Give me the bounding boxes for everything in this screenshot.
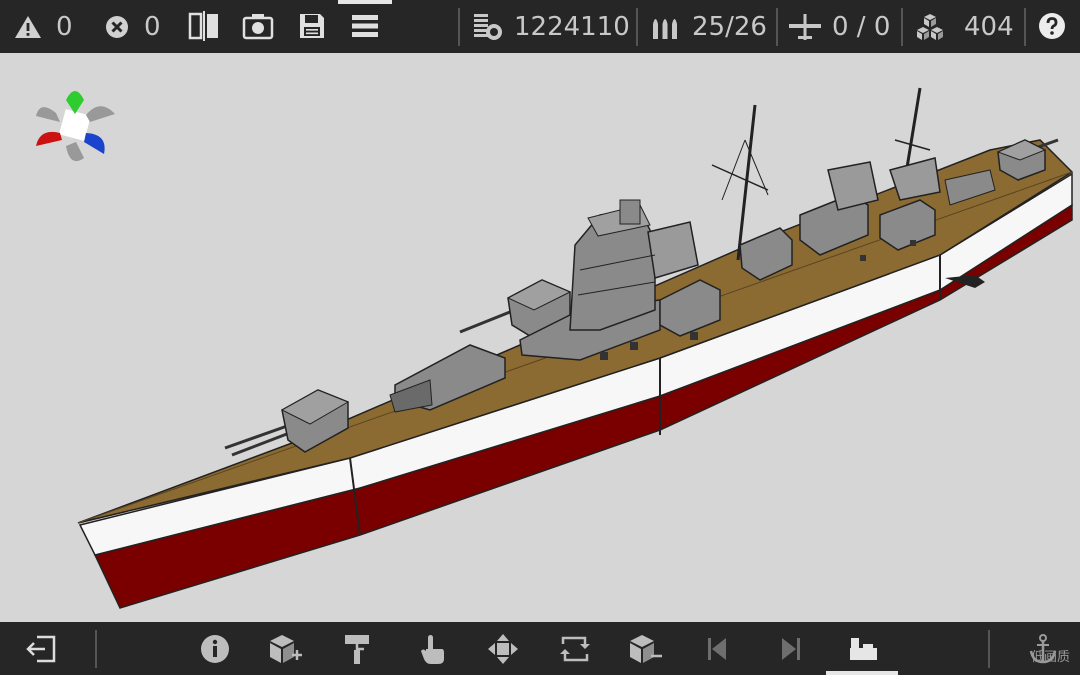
blocks-indicator: 404 — [914, 0, 1014, 53]
ship-model[interactable] — [0, 53, 1080, 622]
exit-icon — [26, 635, 56, 663]
aircraft-indicator: 0 / 0 — [788, 0, 890, 53]
orientation-gizmo-icon[interactable] — [36, 91, 115, 162]
aircraft-icon — [789, 13, 821, 40]
save-icon — [300, 14, 324, 38]
paint-button[interactable] — [340, 632, 374, 666]
previous-button[interactable] — [702, 632, 736, 666]
select-button[interactable] — [416, 632, 450, 666]
rotate-button[interactable] — [558, 632, 592, 666]
menu-icon — [352, 15, 378, 37]
menu-button[interactable] — [350, 12, 380, 40]
cost-indicator: 1224110 — [472, 0, 630, 53]
next-icon — [782, 638, 800, 660]
errors-count: 0 — [144, 11, 161, 42]
next-button[interactable] — [772, 632, 806, 666]
divider — [776, 8, 778, 46]
divider — [988, 630, 990, 668]
divider — [95, 630, 97, 668]
remove-block-icon — [630, 635, 662, 663]
bottom-toolbar — [0, 622, 1080, 675]
error-icon — [106, 15, 128, 38]
touch-icon — [421, 635, 444, 664]
quality-watermark: 低画质 — [1030, 650, 1070, 665]
save-button[interactable] — [298, 12, 326, 40]
divider — [636, 8, 638, 46]
camera-icon — [242, 14, 274, 40]
paint-roller-icon — [345, 635, 369, 664]
mirror-icon — [188, 11, 218, 41]
active-tab-indicator — [338, 0, 392, 4]
blocks-icon — [917, 13, 943, 40]
cost-icon — [474, 13, 502, 40]
divider — [458, 8, 460, 46]
warnings-count: 0 — [56, 11, 73, 42]
move-button[interactable] — [486, 632, 520, 666]
help-button[interactable] — [1038, 12, 1066, 40]
remove-block-button[interactable] — [628, 632, 662, 666]
add-block-button[interactable] — [268, 632, 302, 666]
ammo-value: 25/26 — [692, 11, 767, 42]
info-button[interactable] — [198, 632, 232, 666]
mirror-button[interactable] — [188, 11, 220, 41]
build-viewport[interactable] — [0, 53, 1080, 622]
divider — [901, 8, 903, 46]
info-icon — [201, 635, 229, 663]
top-toolbar: 0 0 1224110 25/26 0 / 0 404 — [0, 0, 1080, 53]
help-icon — [1039, 13, 1065, 39]
build-mode-icon — [850, 638, 877, 660]
ammo-icon — [653, 18, 677, 39]
add-block-icon — [270, 635, 302, 663]
move-icon — [488, 634, 518, 664]
aircraft-value: 0 / 0 — [832, 11, 891, 42]
rotate-icon — [560, 636, 590, 662]
errors-indicator[interactable]: 0 — [104, 0, 161, 53]
warnings-indicator[interactable]: 0 — [14, 0, 73, 53]
screenshot-button[interactable] — [242, 12, 274, 40]
ammo-indicator: 25/26 — [650, 0, 767, 53]
warning-icon — [15, 15, 41, 38]
active-tool-indicator — [826, 671, 898, 675]
build-mode-button[interactable] — [846, 632, 880, 666]
prev-icon — [708, 638, 726, 660]
cost-value: 1224110 — [514, 11, 630, 42]
exit-button[interactable] — [24, 632, 58, 666]
blocks-value: 404 — [964, 11, 1014, 42]
divider — [1024, 8, 1026, 46]
